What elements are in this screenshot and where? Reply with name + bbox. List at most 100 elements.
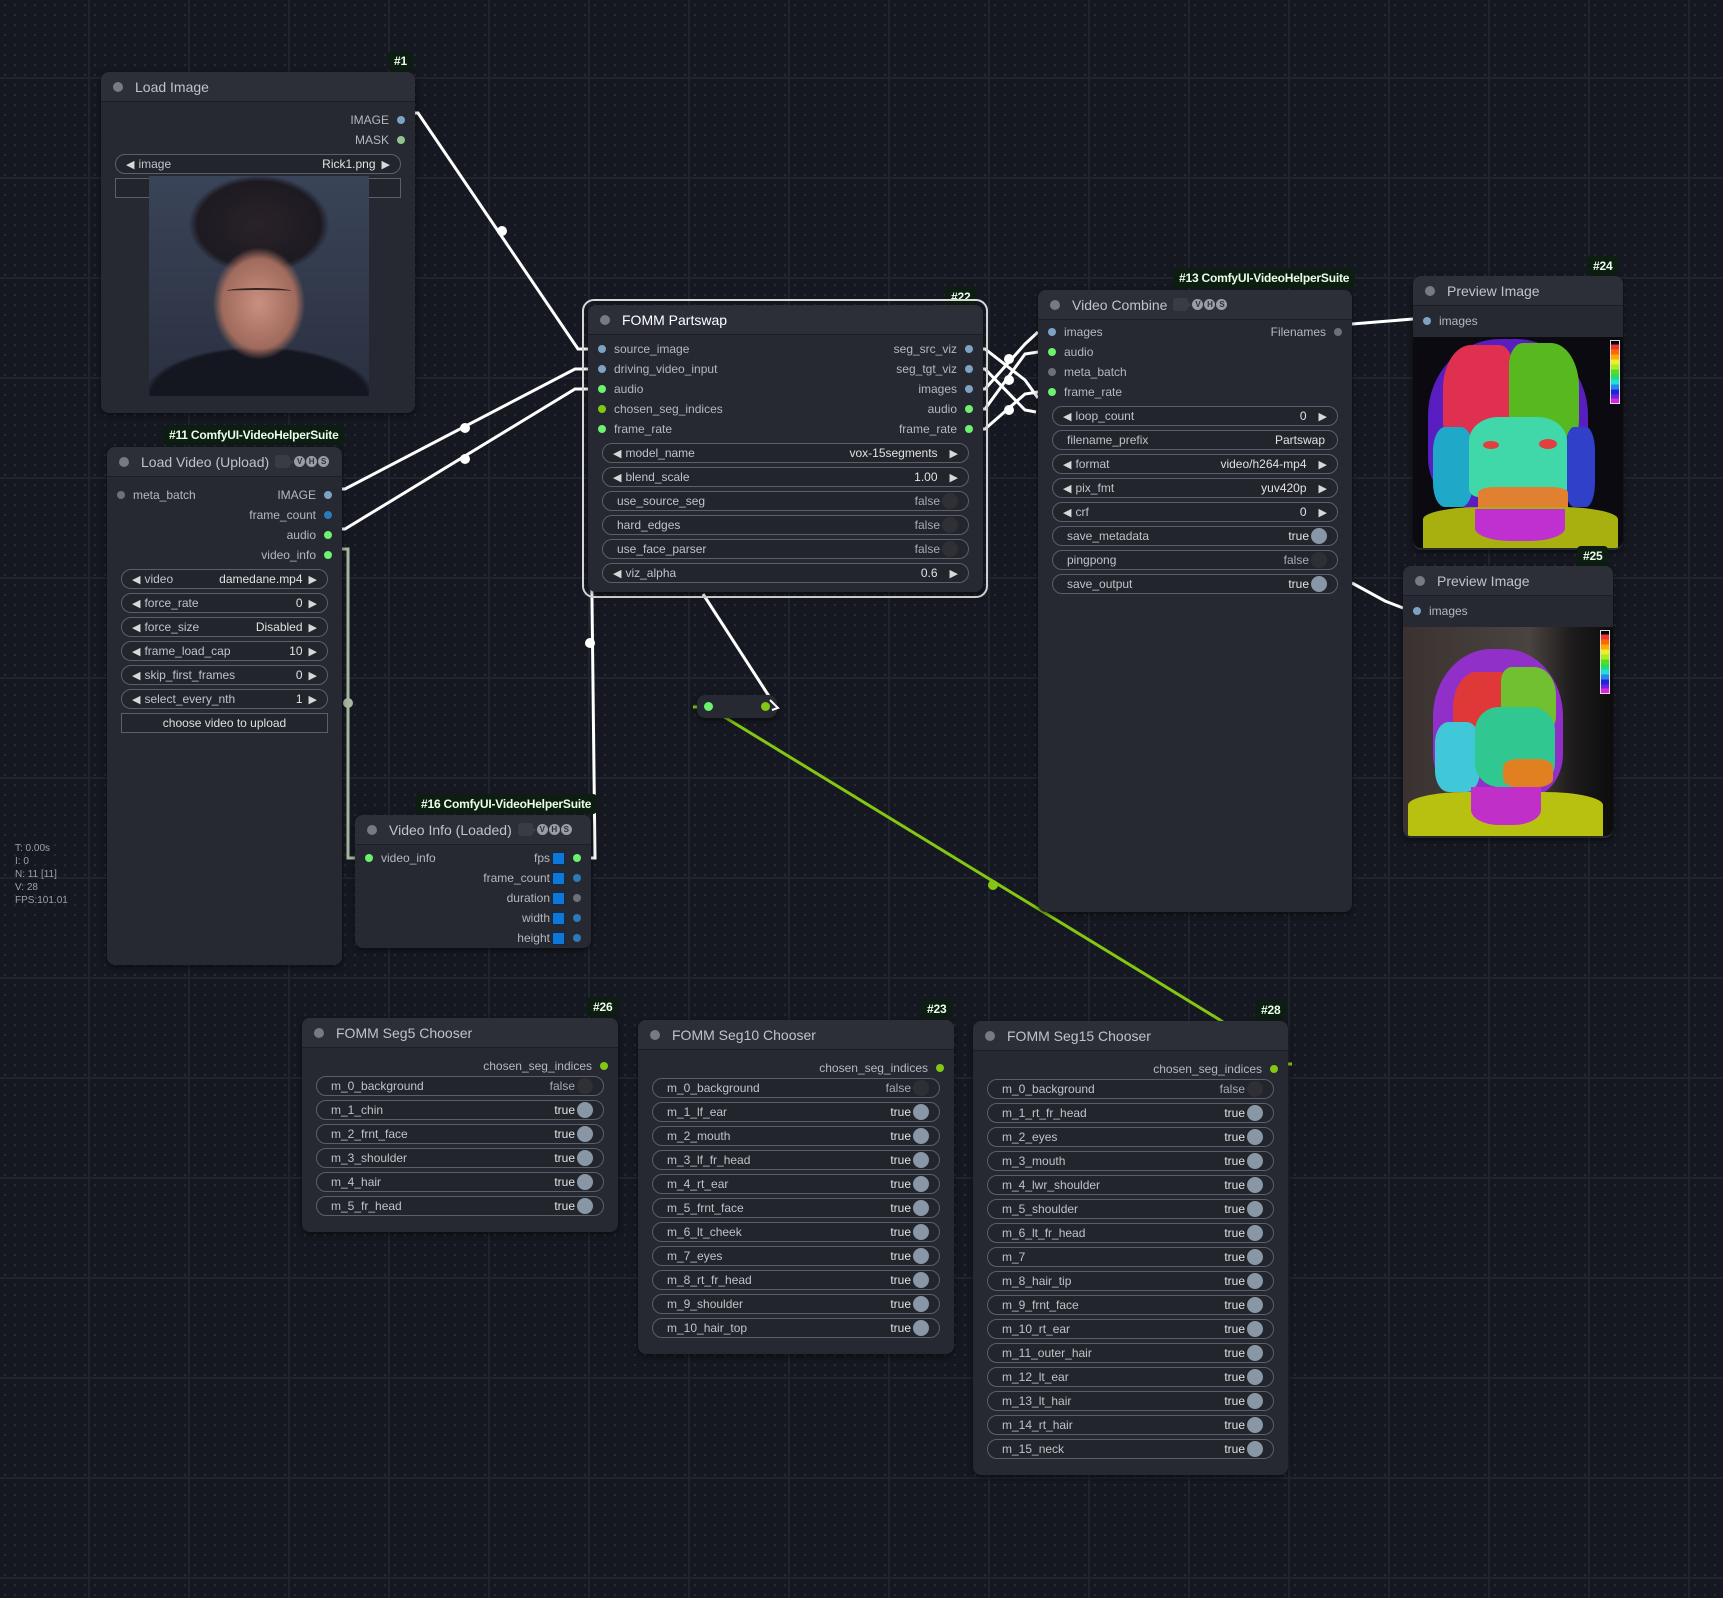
- slot-dot-icon[interactable]: [1048, 368, 1056, 376]
- slot-dot-icon[interactable]: [1334, 328, 1342, 336]
- segment-toggle[interactable]: m_1_chin true: [316, 1100, 604, 1120]
- output-slot-image[interactable]: IMAGE: [101, 110, 415, 130]
- segment-toggle[interactable]: m_3_lf_fr_head true: [652, 1150, 940, 1170]
- arrow-right-icon[interactable]: ▶: [950, 447, 958, 460]
- slot-dot-icon[interactable]: [1413, 607, 1421, 615]
- reroute-output-dot-icon[interactable]: [761, 702, 770, 711]
- toggle-on-icon[interactable]: [913, 1224, 929, 1240]
- output-slot-frame-rate[interactable]: frame_rate: [899, 419, 973, 439]
- segment-toggle[interactable]: m_0_background false: [987, 1079, 1274, 1099]
- arrow-right-icon[interactable]: ▶: [1319, 506, 1327, 519]
- segment-toggle[interactable]: m_7_eyes true: [652, 1246, 940, 1266]
- output-slot-audio[interactable]: audio: [287, 525, 332, 545]
- segment-toggle[interactable]: m_5_frnt_face true: [652, 1198, 940, 1218]
- node-title-bar[interactable]: FOMM Seg10 Chooser: [638, 1020, 954, 1050]
- output-slot-fps[interactable]: fps: [534, 848, 581, 868]
- output-slot-frame-count[interactable]: frame_count: [483, 868, 581, 888]
- arrow-left-icon[interactable]: ◀: [126, 158, 134, 171]
- collapse-dot-icon[interactable]: [367, 824, 377, 835]
- segment-toggle[interactable]: m_1_rt_fr_head true: [987, 1103, 1274, 1123]
- slot-dot-icon[interactable]: [1270, 1065, 1278, 1073]
- slot-row[interactable]: meta_batch IMAGE: [107, 485, 342, 505]
- toggle-on-icon[interactable]: [913, 1176, 929, 1192]
- segment-toggle[interactable]: m_8_hair_tip true: [987, 1271, 1274, 1291]
- toggle-off-icon[interactable]: [1311, 552, 1327, 568]
- node-title-bar[interactable]: Video Info (Loaded) VHS: [355, 815, 591, 845]
- load-video-node[interactable]: Load Video (Upload) VHS meta_batch IMAGE…: [107, 447, 342, 965]
- wire-midpoint[interactable]: [1004, 375, 1014, 385]
- preview-image-node-24[interactable]: Preview Image images: [1413, 276, 1623, 550]
- arrow-right-icon[interactable]: ▶: [950, 471, 958, 484]
- segment-toggle[interactable]: m_2_frnt_face true: [316, 1124, 604, 1144]
- toggle-on-icon[interactable]: [1247, 1249, 1263, 1265]
- collapse-dot-icon[interactable]: [1425, 285, 1435, 296]
- arrow-right-icon[interactable]: ▶: [309, 669, 317, 682]
- arrow-left-icon[interactable]: ◀: [132, 597, 140, 610]
- arrow-left-icon[interactable]: ◀: [1063, 458, 1071, 471]
- segment-toggle[interactable]: m_4_lwr_shoulder true: [987, 1175, 1274, 1195]
- viz-alpha-widget[interactable]: ◀ viz_alpha 0.6 ▶: [602, 563, 969, 583]
- slot-dot-icon[interactable]: [936, 1064, 944, 1072]
- arrow-right-icon[interactable]: ▶: [309, 597, 317, 610]
- arrow-right-icon[interactable]: ▶: [309, 573, 317, 586]
- output-slot-video-info[interactable]: video_info: [261, 545, 332, 565]
- toggle-on-icon[interactable]: [1247, 1201, 1263, 1217]
- toggle-off-icon[interactable]: [942, 517, 958, 533]
- toggle-on-icon[interactable]: [1311, 576, 1327, 592]
- toggle-off-icon[interactable]: [577, 1078, 593, 1094]
- output-slot-chosen-seg-indices[interactable]: chosen_seg_indices: [483, 1056, 608, 1076]
- output-slot-image[interactable]: IMAGE: [277, 485, 332, 505]
- slot-dot-icon[interactable]: [365, 854, 373, 862]
- toggle-on-icon[interactable]: [1247, 1105, 1263, 1121]
- wire-midpoint[interactable]: [1004, 354, 1014, 364]
- slot-dot-icon[interactable]: [1048, 388, 1056, 396]
- wire-midpoint[interactable]: [460, 423, 470, 433]
- input-slot-chosen-seg-indices[interactable]: chosen_seg_indices: [598, 399, 723, 419]
- segment-toggle[interactable]: m_5_shoulder true: [987, 1199, 1274, 1219]
- toggle-on-icon[interactable]: [577, 1150, 593, 1166]
- node-title-bar[interactable]: FOMM Seg15 Chooser: [973, 1021, 1288, 1051]
- segment-toggle[interactable]: m_6_lt_cheek true: [652, 1222, 940, 1242]
- input-slot-source-image[interactable]: source_image: [598, 339, 689, 359]
- arrow-right-icon[interactable]: ▶: [950, 567, 958, 580]
- hard-edges-toggle[interactable]: hard_edges false: [602, 515, 969, 535]
- toggle-off-icon[interactable]: [913, 1080, 929, 1096]
- output-toggle-icon[interactable]: [552, 891, 565, 905]
- toggle-on-icon[interactable]: [1311, 528, 1327, 544]
- segment-toggle[interactable]: m_14_rt_hair true: [987, 1415, 1274, 1435]
- segment-toggle[interactable]: m_10_rt_ear true: [987, 1319, 1274, 1339]
- slot-dot-icon[interactable]: [573, 854, 581, 862]
- output-slot-duration[interactable]: duration: [507, 888, 581, 908]
- blend-scale-widget[interactable]: ◀ blend_scale 1.00 ▶: [602, 467, 969, 487]
- toggle-on-icon[interactable]: [577, 1174, 593, 1190]
- fomm-seg15-chooser-node[interactable]: FOMM Seg15 Chooser chosen_seg_indices m_0_…: [973, 1021, 1288, 1475]
- slot-dot-icon[interactable]: [324, 531, 332, 539]
- slot-dot-icon[interactable]: [965, 345, 973, 353]
- toggle-on-icon[interactable]: [913, 1248, 929, 1264]
- segment-toggle[interactable]: m_13_lt_hair true: [987, 1391, 1274, 1411]
- fomm-seg5-chooser-node[interactable]: FOMM Seg5 Chooser chosen_seg_indices m_0_b…: [302, 1018, 618, 1232]
- segment-toggle[interactable]: m_15_neck true: [987, 1439, 1274, 1459]
- toggle-on-icon[interactable]: [913, 1296, 929, 1312]
- toggle-on-icon[interactable]: [1247, 1273, 1263, 1289]
- slot-dot-icon[interactable]: [324, 551, 332, 559]
- arrow-right-icon[interactable]: ▶: [382, 158, 390, 171]
- wire-midpoint[interactable]: [460, 454, 470, 464]
- choose-video-button[interactable]: choose video to upload: [121, 713, 328, 733]
- arrow-right-icon[interactable]: ▶: [309, 645, 317, 658]
- toggle-on-icon[interactable]: [913, 1152, 929, 1168]
- toggle-on-icon[interactable]: [913, 1320, 929, 1336]
- wire-midpoint[interactable]: [497, 226, 507, 236]
- output-slot-chosen-seg-indices[interactable]: chosen_seg_indices: [1153, 1059, 1278, 1079]
- slot-dot-icon[interactable]: [324, 491, 332, 499]
- skip-first-frames-widget[interactable]: ◀ skip_first_frames 0 ▶: [121, 665, 328, 685]
- wire-midpoint[interactable]: [1004, 405, 1014, 415]
- input-slot-meta-batch[interactable]: meta_batch: [117, 485, 196, 505]
- input-slot-images[interactable]: images: [1048, 322, 1103, 342]
- slot-dot-icon[interactable]: [598, 365, 606, 373]
- pingpong-toggle[interactable]: pingpong false: [1052, 550, 1338, 570]
- fomm-seg10-chooser-node[interactable]: FOMM Seg10 Chooser chosen_seg_indices m_0_…: [638, 1020, 954, 1354]
- output-slot-mask[interactable]: MASK: [101, 130, 415, 150]
- slot-dot-icon[interactable]: [598, 385, 606, 393]
- segment-toggle[interactable]: m_12_lt_ear true: [987, 1367, 1274, 1387]
